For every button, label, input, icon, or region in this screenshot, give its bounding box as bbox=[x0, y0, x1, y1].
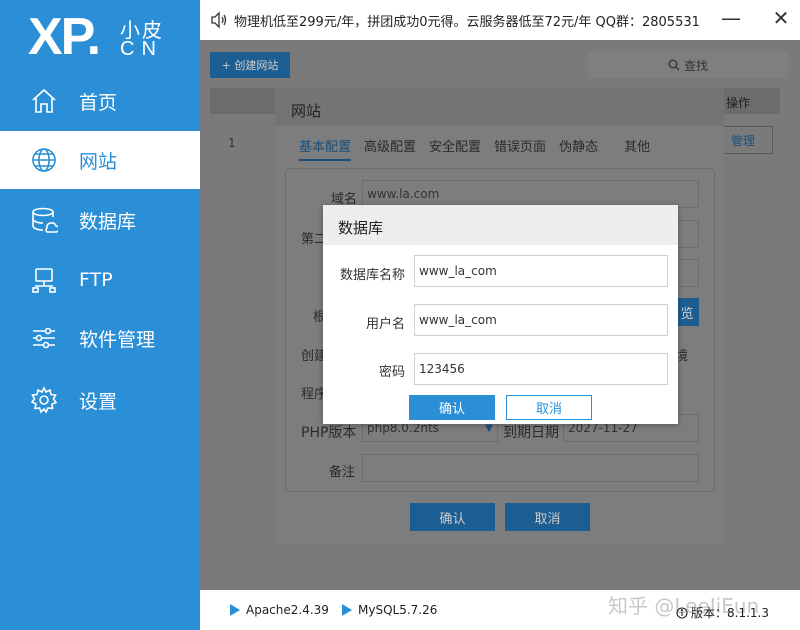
browse-button[interactable]: 览 bbox=[675, 298, 699, 326]
db-confirm-button[interactable]: 确认 bbox=[409, 395, 495, 420]
notice-text: 物理机低至299元/年，拼团成功0元得。云服务器低至72元/年 QQ群：2805… bbox=[234, 14, 700, 30]
sidebar-item-label: 软件管理 bbox=[79, 328, 156, 351]
sidebar-item-home[interactable]: 首页 bbox=[0, 72, 200, 130]
site-dialog-header bbox=[275, 88, 724, 126]
tab-security[interactable]: 安全配置 bbox=[429, 136, 481, 161]
tab-advanced[interactable]: 高级配置 bbox=[364, 136, 416, 161]
database-icon bbox=[29, 205, 59, 235]
sidebar-item-label: 首页 bbox=[79, 91, 118, 114]
tab-basic[interactable]: 基本配置 bbox=[299, 136, 352, 161]
version-label: 版本：8.1.1.3 bbox=[691, 606, 769, 620]
database-dialog-title: 数据库 bbox=[338, 219, 384, 237]
database-dialog: 数据库 数据库名称 用户名 密码 确认 取消 bbox=[323, 205, 678, 424]
site-cancel-button[interactable]: 取消 bbox=[505, 503, 590, 531]
close-button[interactable]: ✕ bbox=[770, 6, 792, 30]
search-label: 查找 bbox=[683, 58, 708, 73]
globe-icon bbox=[29, 145, 59, 175]
expire-label: 到期日期 bbox=[503, 425, 559, 441]
dropdown-arrow-icon: ▼ bbox=[485, 422, 493, 434]
tab-error-pages[interactable]: 错误页面 bbox=[494, 136, 546, 161]
tab-other[interactable]: 其他 bbox=[624, 136, 650, 161]
topbar: 物理机低至299元/年，拼团成功0元得。云服务器低至72元/年 QQ群：2805… bbox=[200, 0, 800, 40]
db-name-label: 数据库名称 bbox=[339, 268, 405, 283]
gear-icon bbox=[29, 385, 59, 415]
db-cancel-button[interactable]: 取消 bbox=[506, 395, 592, 420]
create-site-button[interactable]: + 创建网站 bbox=[210, 52, 290, 78]
sidebar: XP. 小皮 CN 首页 网站 数据库 FTP 软件管理 设置 bbox=[0, 0, 200, 630]
sidebar-item-label: 网站 bbox=[79, 150, 118, 173]
ftp-icon bbox=[29, 265, 59, 295]
domain-input[interactable]: www.la.com bbox=[362, 180, 699, 208]
php-version-label: PHP版本 bbox=[301, 425, 357, 441]
status-bar: Apache2.4.39 MySQL5.7.26 知乎 @LeeJiEun 版本… bbox=[200, 590, 800, 630]
site-dialog-title: 网站 bbox=[291, 102, 322, 120]
play-icon bbox=[342, 604, 352, 616]
sidebar-item-settings[interactable]: 设置 bbox=[0, 371, 200, 429]
port-input[interactable] bbox=[675, 259, 699, 287]
logo-text: XP. bbox=[28, 8, 101, 66]
sidebar-item-label: FTP bbox=[79, 269, 113, 291]
info-icon bbox=[676, 606, 688, 619]
speaker-icon bbox=[210, 11, 228, 29]
sidebar-item-ftp[interactable]: FTP bbox=[0, 251, 200, 309]
version-info: 版本：8.1.1.3 bbox=[676, 604, 769, 621]
db-name-input[interactable] bbox=[414, 255, 668, 287]
db-user-label: 用户名 bbox=[365, 317, 405, 332]
table-row-number: 1 bbox=[228, 136, 236, 150]
search-box[interactable]: 查找 bbox=[588, 52, 788, 78]
logo-cn-bottom: CN bbox=[120, 38, 163, 60]
db-password-label: 密码 bbox=[378, 365, 405, 380]
sliders-icon bbox=[29, 323, 59, 353]
note-input[interactable] bbox=[362, 454, 699, 482]
db-user-input[interactable] bbox=[414, 304, 668, 336]
home-icon bbox=[29, 86, 59, 116]
op-column-header: 操作 bbox=[726, 96, 751, 110]
sidebar-item-label: 设置 bbox=[79, 390, 118, 413]
note-label: 备注 bbox=[329, 465, 356, 480]
tab-rewrite[interactable]: 伪静态 bbox=[559, 136, 598, 161]
mysql-label: MySQL5.7.26 bbox=[358, 603, 438, 617]
sidebar-item-software[interactable]: 软件管理 bbox=[0, 309, 200, 367]
sidebar-item-database[interactable]: 数据库 bbox=[0, 191, 200, 249]
app-logo: XP. 小皮 CN bbox=[28, 8, 178, 66]
search-icon bbox=[668, 59, 680, 71]
play-icon bbox=[230, 604, 240, 616]
apache-label: Apache2.4.39 bbox=[246, 603, 329, 617]
db-password-input[interactable] bbox=[414, 353, 668, 385]
sidebar-item-website[interactable]: 网站 bbox=[0, 131, 200, 189]
site-confirm-button[interactable]: 确认 bbox=[410, 503, 495, 531]
sidebar-item-label: 数据库 bbox=[79, 210, 137, 233]
site-dialog-tabs: 基本配置 高级配置 安全配置 错误页面 伪静态 其他 bbox=[299, 136, 663, 161]
mysql-status[interactable]: MySQL5.7.26 bbox=[342, 603, 437, 617]
apache-status[interactable]: Apache2.4.39 bbox=[230, 603, 329, 617]
minimize-button[interactable]: — bbox=[720, 6, 742, 30]
second-domain-input[interactable] bbox=[675, 220, 699, 248]
